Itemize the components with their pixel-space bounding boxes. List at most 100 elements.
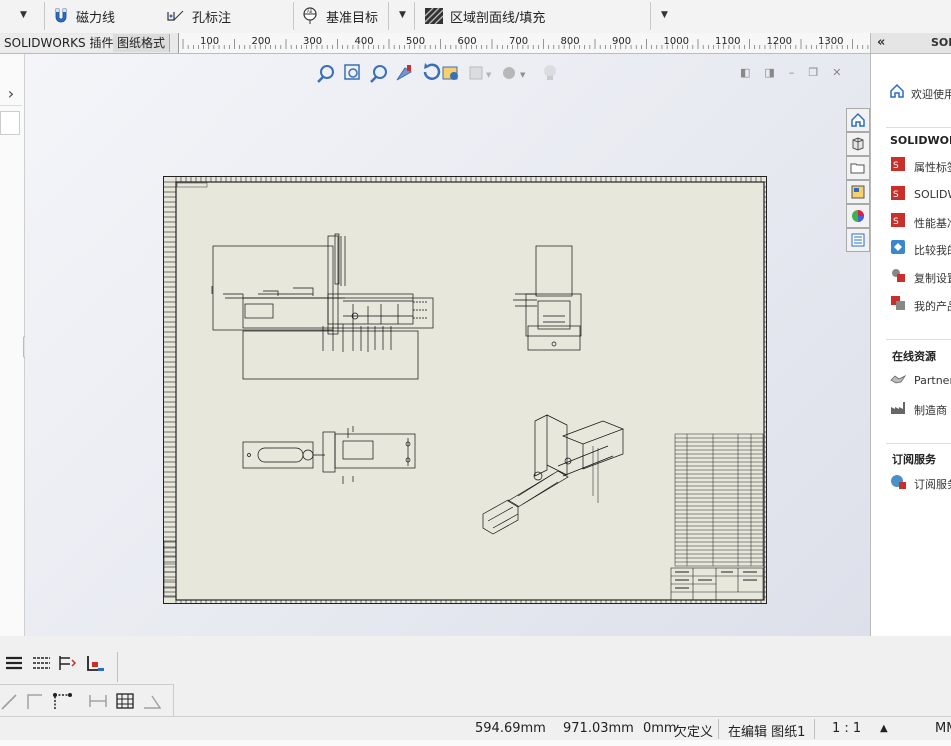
ruler-label: 900 (612, 36, 631, 47)
chevron-right-icon[interactable]: › (0, 81, 22, 106)
minimize-icon[interactable]: – (789, 66, 809, 79)
ruler-label: 400 (355, 36, 374, 47)
item-copy-settings[interactable]: 复制设置 (914, 270, 951, 286)
task-pane-tabs (846, 108, 870, 254)
svg-text:S: S (893, 217, 899, 227)
status-divider (814, 719, 815, 739)
partner-handshake-icon (890, 375, 906, 384)
toolbar-divider (388, 2, 389, 30)
tile-left-icon[interactable]: ◧ (740, 66, 764, 79)
status-units[interactable]: MM (935, 721, 951, 736)
my-products-icon (891, 296, 905, 310)
close-icon[interactable]: ✕ (832, 66, 855, 79)
panel-field[interactable] (0, 111, 20, 135)
table-grid-icon[interactable] (116, 693, 134, 709)
drawing-canvas[interactable]: ▼ ▼ ◧◨–❐✕ (25, 54, 870, 636)
chevron-down-icon[interactable]: ▼ (20, 10, 27, 20)
status-x-coordinate: 594.69mm (475, 721, 546, 736)
magnetic-line-label: 磁力线 (76, 10, 116, 26)
status-scale[interactable]: 1 : 1 (832, 721, 861, 736)
datum-target-icon: AB (303, 7, 317, 24)
area-hatch-button[interactable]: 区域剖面线/填充 (424, 6, 545, 26)
divider (886, 127, 951, 128)
dotted-box-icon[interactable] (53, 693, 72, 709)
welcome-link[interactable]: 欢迎使用 (911, 86, 951, 102)
magnetic-line-button[interactable]: 磁力线 (52, 6, 115, 26)
apply-scene-icon[interactable]: ▼ (503, 67, 526, 79)
pan-icon[interactable] (396, 65, 412, 81)
window-controls: ◧◨–❐✕ (740, 66, 855, 79)
item-subscription[interactable]: 订阅服务 (914, 476, 951, 492)
axis-icon[interactable] (87, 656, 104, 671)
tile-right-icon[interactable]: ◨ (764, 66, 788, 79)
line-tool-icon[interactable] (1, 694, 17, 710)
dimension-icon[interactable] (89, 695, 107, 707)
toolbar-divider (650, 2, 651, 30)
restore-icon[interactable]: ❐ (808, 66, 832, 79)
zoom-area-icon[interactable] (344, 64, 360, 80)
item-property-tab[interactable]: 属性标签 (914, 159, 951, 175)
task-pane-header: « SOL (871, 33, 951, 54)
sw-properties-icon: S (891, 157, 905, 171)
line-format-icon[interactable] (59, 656, 77, 670)
heads-up-view-toolbar: ▼ ▼ (317, 63, 556, 83)
item-performance[interactable]: 性能基准 (914, 215, 951, 231)
item-manufacturer[interactable]: 制造商 (914, 402, 947, 418)
sw-rx-icon: S (891, 186, 905, 200)
tab-custom-properties-icon[interactable] (846, 228, 870, 252)
item-my-products[interactable]: 我的产品 (914, 298, 951, 314)
hole-callout-button[interactable]: 孔标注 (166, 6, 231, 26)
tab-file-explorer-icon[interactable] (846, 156, 870, 180)
drawing-sheet[interactable] (163, 176, 768, 605)
svg-text:S: S (893, 190, 899, 200)
rotate-icon[interactable] (423, 63, 441, 80)
sketch-toolbar (0, 684, 174, 717)
lightbulb-icon[interactable] (544, 65, 556, 80)
item-compare[interactable]: 比较我的 (914, 242, 951, 258)
status-z-coordinate: 0mm (643, 721, 677, 736)
tab-appearances-icon[interactable] (846, 204, 870, 228)
toolbar-divider (414, 2, 415, 30)
status-bar: 594.69mm 971.03mm 0mm 欠定义 在编辑 图纸1 1 : 1 … (0, 716, 951, 741)
toolbar-divider (44, 2, 45, 30)
top-toolbar: ▼ 磁力线 孔标注 AB 基准目标 ▼ 区域剖面线/填充 ▼ (0, 0, 951, 34)
tab-design-library-icon[interactable] (846, 132, 870, 156)
ruler-label: 1200 (767, 36, 792, 47)
view-orientation-icon[interactable]: ▼ (469, 66, 492, 80)
area-hatch-label: 区域剖面线/填充 (450, 10, 546, 26)
status-definition: 欠定义 (674, 725, 714, 740)
section-online-resources: 在线资源 (892, 350, 936, 363)
chevron-down-icon[interactable]: ▼ (399, 10, 406, 20)
svg-text:S: S (893, 161, 899, 171)
svg-text:AB: AB (307, 9, 313, 14)
scale-up-icon[interactable]: ▲ (880, 723, 888, 734)
tab-home-icon[interactable] (846, 108, 870, 132)
home-icon (890, 83, 904, 98)
collapse-icon[interactable]: « (877, 35, 885, 50)
angle-icon[interactable] (144, 695, 162, 709)
copy-settings-icon (892, 269, 905, 282)
line-weight-icon[interactable] (6, 656, 22, 670)
display-style-icon[interactable] (442, 66, 458, 80)
toolbar-divider (293, 2, 294, 30)
sw-benchmark-icon: S (891, 213, 905, 227)
datum-target-button[interactable]: AB 基准目标 (300, 6, 378, 26)
ruler-label: 500 (406, 36, 425, 47)
svg-text:▼: ▼ (520, 71, 526, 79)
item-partner[interactable]: Partner (914, 374, 951, 387)
zoom-to-fit-icon[interactable] (317, 65, 334, 83)
ruler-label: 200 (252, 36, 271, 47)
chevron-down-icon[interactable]: ▼ (661, 10, 668, 20)
zoom-icon[interactable] (370, 65, 387, 83)
tab-view-palette-icon[interactable] (846, 180, 870, 204)
tab-solidworks-addins[interactable]: SOLIDWORKS 插件 (0, 34, 119, 52)
corner-tool-icon[interactable] (27, 694, 42, 709)
tab-sheet-format[interactable]: 图纸格式 (113, 34, 171, 52)
ruler-label: 1300 (818, 36, 843, 47)
tab-row: SOLIDWORKS 插件 图纸格式 100 200 300 400 500 600 700… (0, 33, 871, 54)
ruler-label: 700 (509, 36, 528, 47)
item-solidworks-rx[interactable]: SOLIDW (914, 188, 951, 201)
svg-text:▼: ▼ (486, 71, 492, 79)
line-style-icon[interactable] (33, 657, 50, 669)
subscription-globe-icon (891, 475, 906, 489)
